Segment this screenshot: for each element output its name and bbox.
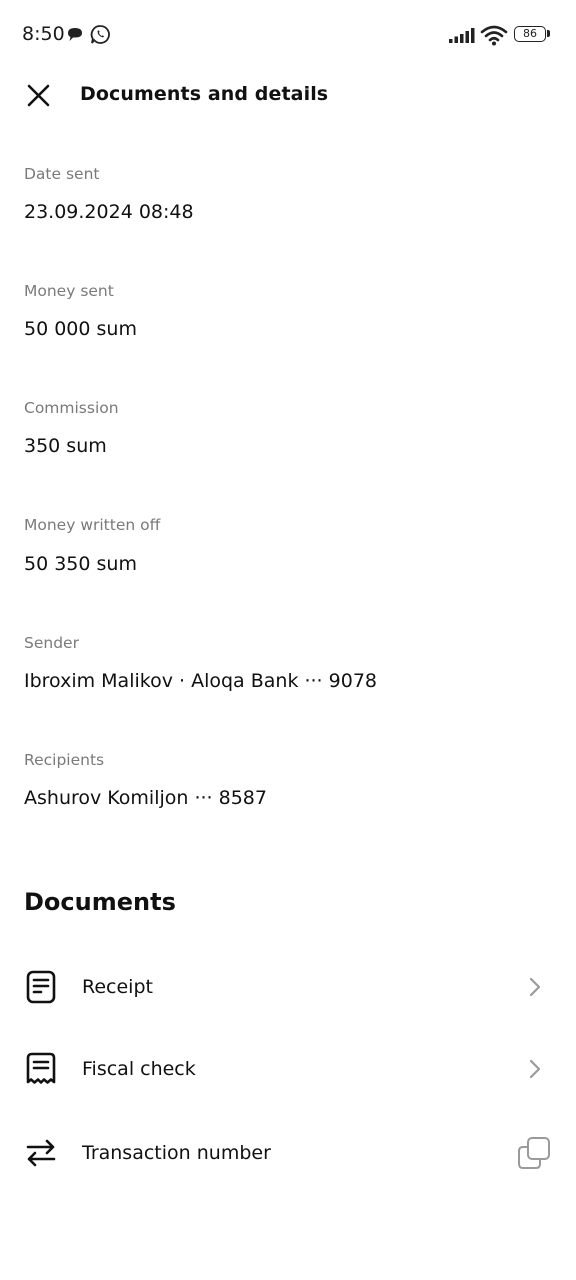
fiscal-check-row[interactable]: Fiscal check bbox=[0, 1034, 576, 1104]
sender-value: Ibroxim Malikov · Aloqa Bank ··· 9078 bbox=[24, 670, 377, 692]
top-bar: Documents and details bbox=[0, 70, 576, 122]
transaction-number-label: Transaction number bbox=[82, 1142, 271, 1164]
commission-value: 350 sum bbox=[24, 435, 107, 457]
page-title: Documents and details bbox=[80, 83, 329, 105]
money-written-off-label: Money written off bbox=[24, 516, 161, 534]
sender-label: Sender bbox=[24, 634, 79, 652]
money-written-off-value: 50 350 sum bbox=[24, 553, 137, 575]
receipt-row[interactable]: Receipt bbox=[0, 952, 576, 1022]
wifi-icon bbox=[480, 25, 508, 46]
signal-icon bbox=[449, 28, 475, 43]
chat-notification-icon bbox=[68, 28, 82, 41]
recipients-label: Recipients bbox=[24, 751, 105, 769]
status-bar: 8:50 86 bbox=[0, 0, 576, 70]
close-icon[interactable] bbox=[24, 83, 54, 109]
recipients-value: Ashurov Komiljon ··· 8587 bbox=[24, 787, 267, 809]
fiscal-check-icon bbox=[26, 1052, 56, 1084]
transaction-number-row[interactable]: Transaction number bbox=[0, 1118, 576, 1188]
receipt-icon bbox=[26, 970, 56, 1004]
documents-heading: Documents bbox=[24, 888, 176, 916]
whatsapp-icon bbox=[90, 25, 110, 44]
copy-icon[interactable] bbox=[516, 1135, 552, 1171]
transfer-arrows-icon bbox=[26, 1139, 56, 1167]
chevron-right-icon bbox=[529, 977, 541, 997]
fiscal-check-label: Fiscal check bbox=[82, 1058, 196, 1080]
chevron-right-icon bbox=[529, 1059, 541, 1079]
commission-label: Commission bbox=[24, 399, 119, 417]
money-sent-label: Money sent bbox=[24, 282, 114, 300]
battery-level: 86 bbox=[523, 27, 537, 40]
status-time: 8:50 bbox=[22, 23, 65, 45]
battery-indicator: 86 bbox=[514, 26, 546, 42]
battery-tip bbox=[547, 30, 550, 37]
money-sent-value: 50 000 sum bbox=[24, 318, 137, 340]
date-sent-label: Date sent bbox=[24, 165, 100, 183]
receipt-label: Receipt bbox=[82, 976, 153, 998]
date-sent-value: 23.09.2024 08:48 bbox=[24, 201, 194, 223]
